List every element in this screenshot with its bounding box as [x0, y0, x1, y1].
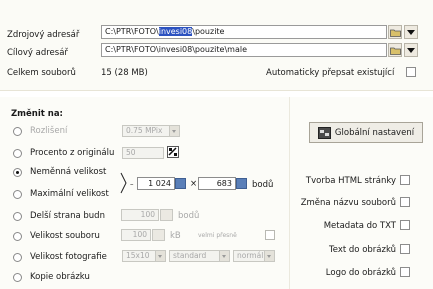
height-spin-icon[interactable] — [236, 178, 247, 189]
chevron-down-icon — [407, 29, 415, 35]
text-to-images-label: Text do obrázků — [329, 245, 396, 255]
photo-size-select[interactable]: 15x10 — [122, 250, 166, 262]
radio-percent[interactable] — [13, 149, 22, 158]
folder-icon — [389, 29, 401, 37]
size-unit-label: bodů — [252, 180, 274, 190]
radio-fixed-size-label: Neměnná velikost — [30, 167, 107, 177]
long-side-unit: bodů — [178, 211, 200, 221]
resize-heading: Změnit na: — [11, 109, 63, 119]
width-spin-icon[interactable] — [175, 178, 186, 189]
radio-resolution-label: Rozlišení — [30, 126, 68, 136]
radio-file-size[interactable] — [13, 232, 22, 241]
file-size-unit: kB — [170, 231, 181, 241]
long-side-spin-icon[interactable] — [160, 209, 173, 221]
fixed-size-arrow: – — [130, 180, 134, 188]
percent-field[interactable]: 50 — [122, 147, 164, 159]
file-size-note: velmi přesně — [198, 232, 237, 239]
metadata-txt-label: Metadata do TXT — [323, 221, 396, 231]
folder-icon — [389, 47, 401, 55]
chevron-down-icon — [219, 251, 229, 261]
times-sign: × — [190, 179, 198, 189]
chevron-down-icon — [407, 47, 415, 53]
side-divider — [289, 97, 290, 289]
height-field[interactable]: 683 — [198, 177, 236, 190]
radio-long-side[interactable] — [13, 212, 22, 221]
total-files-label: Celkem souborů — [7, 68, 76, 78]
metadata-txt-checkbox[interactable] — [400, 220, 410, 230]
radio-max-size-label: Maximální velikost — [30, 189, 109, 199]
radio-photo-size[interactable] — [13, 253, 22, 262]
chevron-down-icon — [169, 126, 179, 136]
source-history-button[interactable] — [404, 25, 418, 39]
radio-copy[interactable] — [13, 273, 22, 282]
target-history-button[interactable] — [404, 43, 418, 57]
resolution-select[interactable]: 0.75 MPix — [122, 125, 180, 137]
settings-icon — [317, 126, 331, 139]
radio-percent-label: Procento z originálu — [30, 148, 115, 158]
radio-photo-size-label: Velikost fotografie — [30, 252, 107, 262]
radio-resolution[interactable] — [13, 127, 22, 136]
html-page-checkbox[interactable] — [400, 175, 410, 185]
logo-to-images-checkbox[interactable] — [400, 267, 410, 277]
chevron-down-icon — [264, 251, 274, 261]
radio-copy-label: Kopie obrázku — [30, 272, 90, 282]
target-folder-label: Cílový adresář — [7, 48, 68, 58]
radio-long-side-label: Delší strana budn — [30, 211, 105, 221]
photo-standard-select[interactable]: standard — [169, 250, 230, 262]
photo-normal-select[interactable]: normál — [233, 250, 275, 262]
source-folder-label: Zdrojový adresář — [7, 30, 80, 40]
precise-checkbox[interactable] — [265, 230, 275, 240]
text-to-images-checkbox[interactable] — [400, 244, 410, 254]
target-folder-field[interactable]: C:\PTR\FOTO\invesi08\pouzite\male — [101, 43, 387, 57]
radio-fixed-size[interactable] — [13, 168, 22, 177]
percent-toggle-icon[interactable] — [167, 146, 179, 158]
overwrite-checkbox[interactable] — [406, 67, 416, 77]
global-settings-button[interactable]: Globální nastavení — [309, 122, 423, 143]
target-browse-button[interactable] — [388, 43, 402, 57]
logo-to-images-label: Logo do obrázků — [325, 268, 396, 278]
overwrite-label: Automaticky přepsat existující — [266, 68, 395, 78]
source-folder-field[interactable]: C:\PTR\FOTO\invesi08\pouzite — [101, 25, 387, 39]
chevron-down-icon — [155, 251, 165, 261]
file-size-field[interactable]: 100 — [121, 229, 151, 241]
rename-files-label: Změna názvu souborů — [300, 198, 396, 208]
brace-icon — [120, 172, 127, 194]
width-field[interactable]: 1 024 — [137, 177, 175, 190]
radio-file-size-label: Velikost souboru — [30, 231, 100, 241]
total-files-value: 15 (28 MB) — [101, 68, 148, 78]
rename-files-checkbox[interactable] — [400, 197, 410, 207]
source-browse-button[interactable] — [388, 25, 402, 39]
radio-max-size[interactable] — [13, 190, 22, 199]
long-side-field[interactable]: 100 — [121, 209, 159, 221]
file-size-spin-icon[interactable] — [152, 229, 165, 241]
html-page-label: Tvorba HTML stránky — [305, 176, 396, 186]
